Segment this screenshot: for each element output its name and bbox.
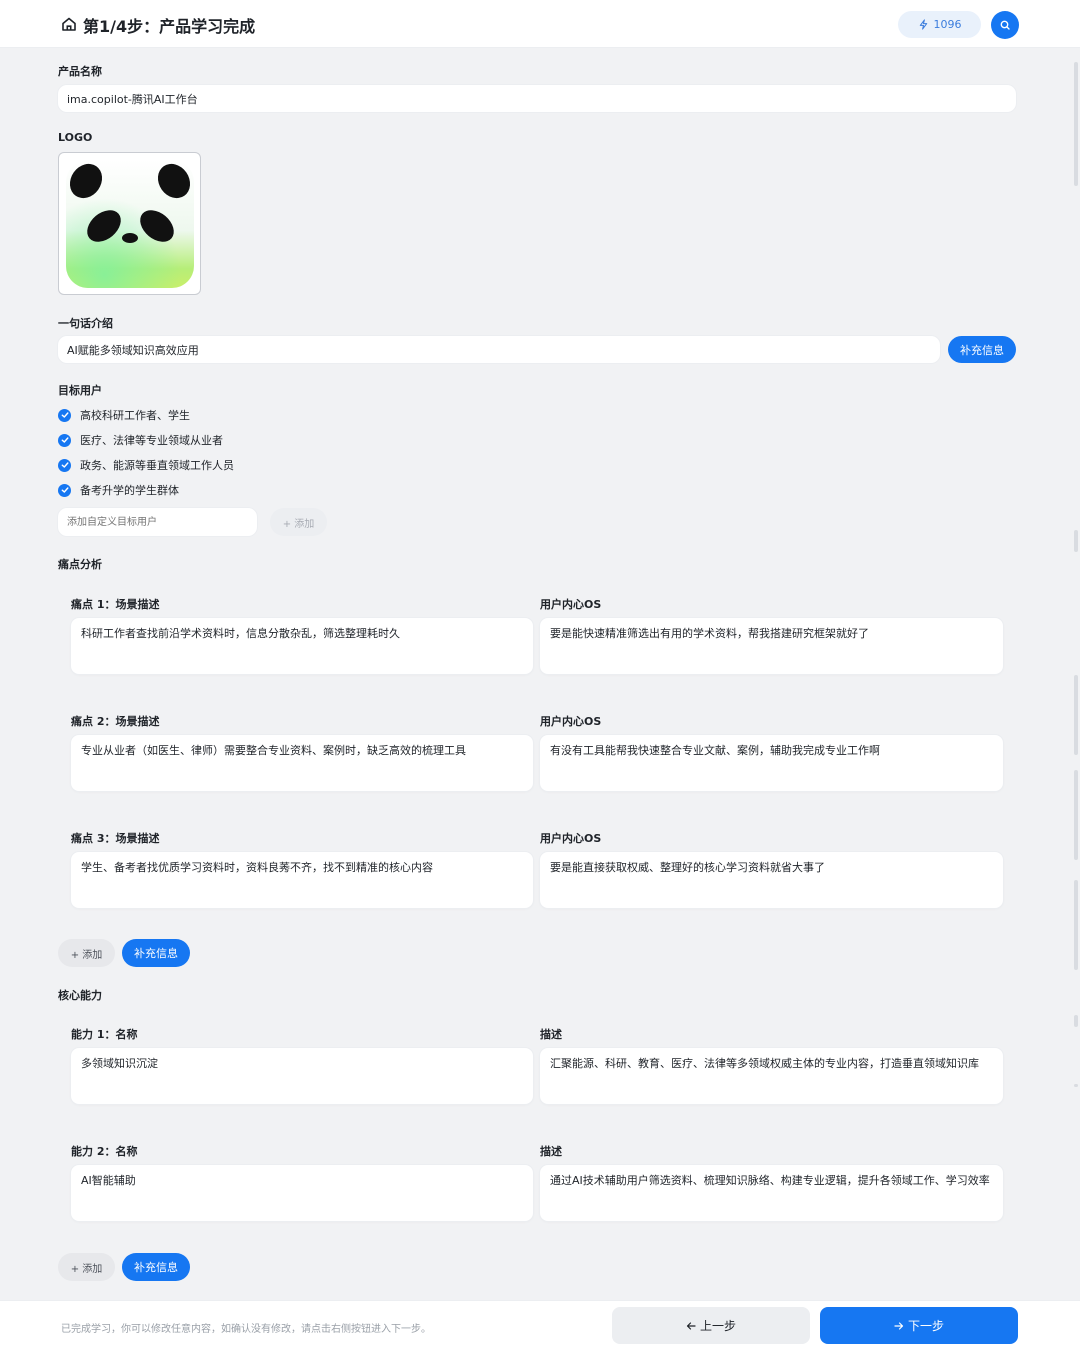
scrollbar-thumb[interactable] (1074, 62, 1078, 186)
add-capability-button[interactable]: + 添加 (58, 1253, 115, 1281)
pain-point-title: 痛点 3：场景描述 (71, 832, 160, 845)
capability-desc-title: 描述 (540, 1145, 562, 1158)
page-title: 第1/4步：产品学习完成 (83, 17, 256, 36)
next-step-label: 下一步 (907, 1319, 944, 1333)
checkbox-checked-icon[interactable] (58, 458, 71, 472)
top-header: 第1/4步：产品学习完成 1096 (0, 0, 1080, 48)
target-user-label: 高校科研工作者、学生 (80, 409, 190, 422)
arrow-right-icon (894, 1321, 904, 1330)
target-user-option[interactable]: 政务、能源等垂直领域工作人员 (58, 457, 234, 473)
pain-points-label: 痛点分析 (58, 558, 102, 571)
scrollbar[interactable] (1072, 48, 1080, 1300)
capability-desc-textarea[interactable]: 汇聚能源、科研、教育、医疗、法律等多领域权威主体的专业内容，打造垂直领域知识库 (540, 1048, 1003, 1104)
capability-title: 能力 1：名称 (71, 1028, 138, 1041)
target-user-option[interactable]: 备考升学的学生群体 (58, 482, 179, 498)
scrollbar-mark (1074, 770, 1078, 860)
user-os-textarea[interactable]: 有没有工具能帮我快速整合专业文献、案例，辅助我完成专业工作啊 (540, 735, 1003, 791)
pain-point-scene-textarea[interactable]: 专业从业者（如医生、律师）需要整合专业资料、案例时，缺乏高效的梳理工具 (71, 735, 533, 791)
previous-step-label: 上一步 (699, 1319, 736, 1333)
target-user-option[interactable]: 高校科研工作者、学生 (58, 407, 190, 423)
capability-name-textarea[interactable]: AI智能辅助 (71, 1165, 533, 1221)
checkbox-checked-icon[interactable] (58, 433, 71, 447)
search-icon (1000, 20, 1010, 30)
previous-step-button[interactable]: 上一步 (612, 1307, 810, 1344)
custom-target-user-input[interactable] (58, 508, 257, 536)
user-os-title: 用户内心OS (540, 715, 602, 728)
footer-bar: 已完成学习，你可以修改任意内容，如确认没有修改，请点击右侧按钮进入下一步。 上一… (0, 1300, 1080, 1349)
target-user-label: 医疗、法律等专业领域从业者 (80, 434, 223, 447)
pain-point-title: 痛点 2：场景描述 (71, 715, 160, 728)
user-os-title: 用户内心OS (540, 598, 602, 611)
logo-upload[interactable] (58, 152, 201, 295)
lightning-icon (919, 19, 927, 30)
next-step-button[interactable]: 下一步 (820, 1307, 1018, 1344)
product-name-label: 产品名称 (58, 65, 102, 78)
target-user-label: 备考升学的学生群体 (80, 484, 179, 497)
credits-count: 1096 (933, 18, 962, 31)
avatar[interactable] (991, 11, 1019, 39)
arrow-left-icon (686, 1321, 696, 1330)
capability-name-textarea[interactable]: 多领域知识沉淀 (71, 1048, 533, 1104)
add-target-user-button[interactable]: + 添加 (270, 508, 327, 536)
checkbox-checked-icon[interactable] (58, 408, 71, 422)
intro-label: 一句话介绍 (58, 317, 113, 330)
checkbox-checked-icon[interactable] (58, 483, 71, 497)
scrollbar-mark (1074, 1015, 1078, 1027)
target-user-option[interactable]: 医疗、法律等专业领域从业者 (58, 432, 223, 448)
capability-desc-textarea[interactable]: 通过AI技术辅助用户筛选资料、梳理知识脉络、构建专业逻辑，提升各领域工作、学习效… (540, 1165, 1003, 1221)
scrollbar-mark (1074, 530, 1078, 552)
pain-point-scene-textarea[interactable]: 学生、备考者找优质学习资料时，资料良莠不齐，找不到精准的核心内容 (71, 852, 533, 908)
product-name-input[interactable]: ima.copilot-腾讯AI工作台 (58, 85, 1016, 112)
capabilities-label: 核心能力 (58, 989, 102, 1002)
user-os-textarea[interactable]: 要是能直接获取权威、整理好的核心学习资料就省大事了 (540, 852, 1003, 908)
add-pain-point-button[interactable]: + 添加 (58, 939, 115, 967)
logo-label: LOGO (58, 131, 93, 144)
target-users-label: 目标用户 (58, 384, 102, 397)
home-icon[interactable] (61, 16, 77, 32)
scrollbar-mark (1074, 880, 1078, 970)
capabilities-supplement-button[interactable]: 补充信息 (122, 1253, 190, 1281)
user-os-textarea[interactable]: 要是能快速精准筛选出有用的学术资料，帮我搭建研究框架就好了 (540, 618, 1003, 674)
capability-desc-title: 描述 (540, 1028, 562, 1041)
footer-note: 已完成学习，你可以修改任意内容，如确认没有修改，请点击右侧按钮进入下一步。 (61, 1324, 431, 1335)
intro-input[interactable]: AI赋能多领域知识高效应用 (58, 336, 940, 363)
pain-points-supplement-button[interactable]: 补充信息 (122, 939, 190, 967)
pain-point-title: 痛点 1：场景描述 (71, 598, 160, 611)
scrollbar-mark (1074, 1084, 1078, 1087)
capability-title: 能力 2：名称 (71, 1145, 138, 1158)
intro-supplement-button[interactable]: 补充信息 (948, 336, 1016, 363)
target-user-label: 政务、能源等垂直领域工作人员 (80, 459, 234, 472)
credits-badge[interactable]: 1096 (898, 11, 981, 38)
pain-point-scene-textarea[interactable]: 科研工作者查找前沿学术资料时，信息分散杂乱，筛选整理耗时久 (71, 618, 533, 674)
panda-logo (66, 160, 194, 288)
user-os-title: 用户内心OS (540, 832, 602, 845)
scrollbar-mark (1074, 675, 1078, 755)
